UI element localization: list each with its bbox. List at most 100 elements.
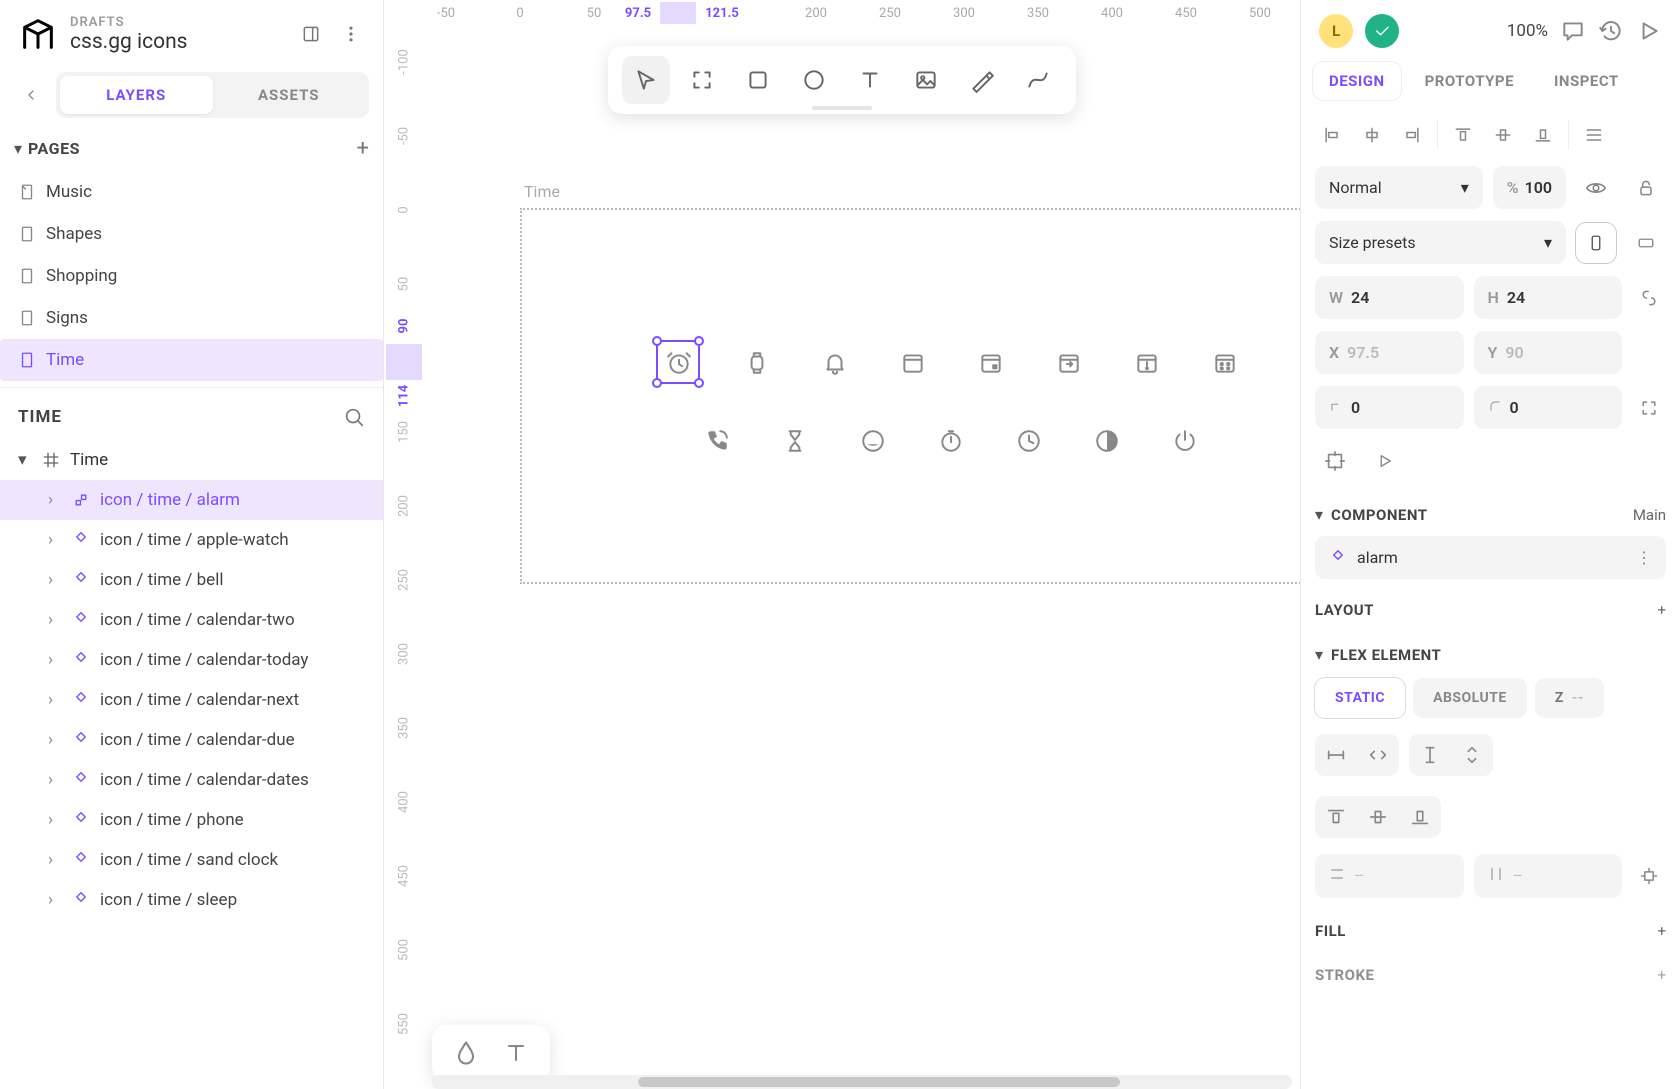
margin-v-input[interactable]: --: [1474, 854, 1623, 898]
toolbar-drag-handle[interactable]: [812, 106, 872, 110]
component-name-box[interactable]: alarm ⋮: [1315, 536, 1666, 579]
distribute-icon[interactable]: [1577, 120, 1611, 150]
clock-icon[interactable]: [1014, 426, 1044, 456]
fill-section-header[interactable]: FILL+: [1301, 904, 1680, 948]
file-title[interactable]: css.gg icons: [70, 30, 285, 54]
canvas-viewport[interactable]: Time: [424, 26, 1300, 1069]
add-fill-button[interactable]: +: [1657, 922, 1666, 940]
layer-item[interactable]: ›icon / time / calendar-two: [0, 600, 383, 640]
layer-item[interactable]: ›icon / time / sleep: [0, 880, 383, 920]
layer-item[interactable]: ›icon / time / calendar-next: [0, 680, 383, 720]
hsizing-fix-icon[interactable]: [1315, 734, 1357, 776]
history-icon[interactable]: [1598, 18, 1624, 44]
zoom-level[interactable]: 100%: [1507, 21, 1548, 41]
text-tool[interactable]: [846, 56, 894, 104]
add-page-button[interactable]: +: [357, 136, 369, 161]
timelapse-icon[interactable]: [1092, 426, 1122, 456]
tab-assets[interactable]: ASSETS: [213, 76, 366, 114]
alarm-icon[interactable]: [664, 348, 694, 378]
lock-icon[interactable]: [1626, 168, 1666, 208]
resize-handle[interactable]: [694, 336, 704, 346]
add-stroke-button[interactable]: +: [1657, 966, 1666, 984]
link-dimensions-icon[interactable]: [1632, 288, 1666, 308]
scrollbar-thumb[interactable]: [638, 1077, 1120, 1087]
image-tool[interactable]: [902, 56, 950, 104]
z-index-input[interactable]: Z--: [1535, 678, 1604, 718]
resize-handle[interactable]: [694, 378, 704, 388]
layer-item[interactable]: ›icon / time / sand clock: [0, 840, 383, 880]
align-bottom-icon[interactable]: [1526, 120, 1560, 150]
horizontal-scrollbar[interactable]: [432, 1075, 1292, 1089]
stroke-section-header[interactable]: STROKE+: [1301, 948, 1680, 992]
more-icon[interactable]: ⋮: [1636, 548, 1652, 567]
frame-name-label[interactable]: Time: [524, 182, 560, 201]
comments-icon[interactable]: [1560, 18, 1586, 44]
user-avatar[interactable]: L: [1319, 14, 1353, 48]
typography-icon[interactable]: [502, 1039, 530, 1067]
calendar-next-icon[interactable]: [1054, 348, 1084, 378]
component-section-header[interactable]: ▾COMPONENTMain: [1301, 487, 1680, 532]
calendar-due-icon[interactable]: [1132, 348, 1162, 378]
page-item-time[interactable]: Time: [0, 339, 383, 381]
ellipse-tool[interactable]: [790, 56, 838, 104]
align-left-icon[interactable]: [1315, 120, 1349, 150]
resize-handle[interactable]: [652, 378, 662, 388]
flex-static-tab[interactable]: STATIC: [1315, 678, 1405, 718]
vsizing-fix-icon[interactable]: [1409, 734, 1451, 776]
portrait-icon[interactable]: [1576, 223, 1616, 263]
opacity-input[interactable]: %100: [1493, 166, 1566, 209]
calendar-two-icon[interactable]: [898, 348, 928, 378]
margin-h-input[interactable]: --: [1315, 854, 1464, 898]
align-hcenter-icon[interactable]: [1355, 120, 1389, 150]
tab-prototype[interactable]: PROTOTYPE: [1409, 62, 1530, 100]
height-input[interactable]: H24: [1474, 276, 1623, 319]
tab-design[interactable]: DESIGN: [1313, 62, 1401, 100]
frame-item-time[interactable]: ▾ Time: [0, 440, 383, 480]
valign-start-icon[interactable]: [1315, 796, 1357, 838]
align-vcenter-icon[interactable]: [1486, 120, 1520, 150]
play-small-icon[interactable]: [1365, 441, 1405, 481]
phone-icon[interactable]: [702, 426, 732, 456]
curve-tool[interactable]: [1014, 56, 1062, 104]
frame-outline[interactable]: [520, 208, 1300, 584]
rectangle-tool[interactable]: [734, 56, 782, 104]
tab-inspect[interactable]: INSPECT: [1538, 62, 1635, 100]
frame-tool[interactable]: [678, 56, 726, 104]
y-input[interactable]: Y90: [1474, 331, 1623, 374]
flex-absolute-tab[interactable]: ABSOLUTE: [1413, 678, 1527, 718]
color-text-palette[interactable]: [432, 1025, 550, 1081]
x-input[interactable]: X97.5: [1315, 331, 1464, 374]
tab-layers[interactable]: LAYERS: [60, 76, 213, 114]
app-logo-icon[interactable]: [18, 14, 58, 54]
more-icon[interactable]: [337, 20, 365, 48]
apple-watch-icon[interactable]: [742, 348, 772, 378]
align-right-icon[interactable]: [1395, 120, 1429, 150]
landscape-icon[interactable]: [1626, 223, 1666, 263]
add-layout-button[interactable]: +: [1657, 601, 1666, 619]
flex-section-header[interactable]: ▾FLEX ELEMENT: [1301, 627, 1680, 672]
select-tool[interactable]: [622, 56, 670, 104]
droplet-icon[interactable]: [452, 1039, 480, 1067]
sand-clock-icon[interactable]: [780, 426, 810, 456]
radius-input[interactable]: 0: [1474, 386, 1623, 429]
rotation-input[interactable]: 0: [1315, 386, 1464, 429]
resize-handle[interactable]: [652, 336, 662, 346]
pages-section-header[interactable]: ▾ PAGES +: [0, 126, 383, 171]
panel-toggle-icon[interactable]: [297, 20, 325, 48]
power-icon[interactable]: [1170, 426, 1200, 456]
size-presets-dropdown[interactable]: Size presets▾: [1315, 221, 1566, 264]
layer-item[interactable]: ›icon / time / bell: [0, 560, 383, 600]
layer-item[interactable]: ›icon / time / calendar-today: [0, 640, 383, 680]
bell-icon[interactable]: [820, 348, 850, 378]
calendar-today-icon[interactable]: [976, 348, 1006, 378]
layout-section-header[interactable]: LAYOUT+: [1301, 583, 1680, 627]
play-icon[interactable]: [1636, 18, 1662, 44]
layer-item[interactable]: ›icon / time / calendar-due: [0, 720, 383, 760]
calendar-dates-icon[interactable]: [1210, 348, 1240, 378]
layer-item[interactable]: ›icon / time / alarm: [0, 480, 383, 520]
width-input[interactable]: W24: [1315, 276, 1464, 319]
timer-icon[interactable]: [936, 426, 966, 456]
search-icon[interactable]: [343, 406, 365, 428]
page-item-music[interactable]: Music: [0, 171, 383, 213]
back-button[interactable]: [14, 75, 48, 115]
